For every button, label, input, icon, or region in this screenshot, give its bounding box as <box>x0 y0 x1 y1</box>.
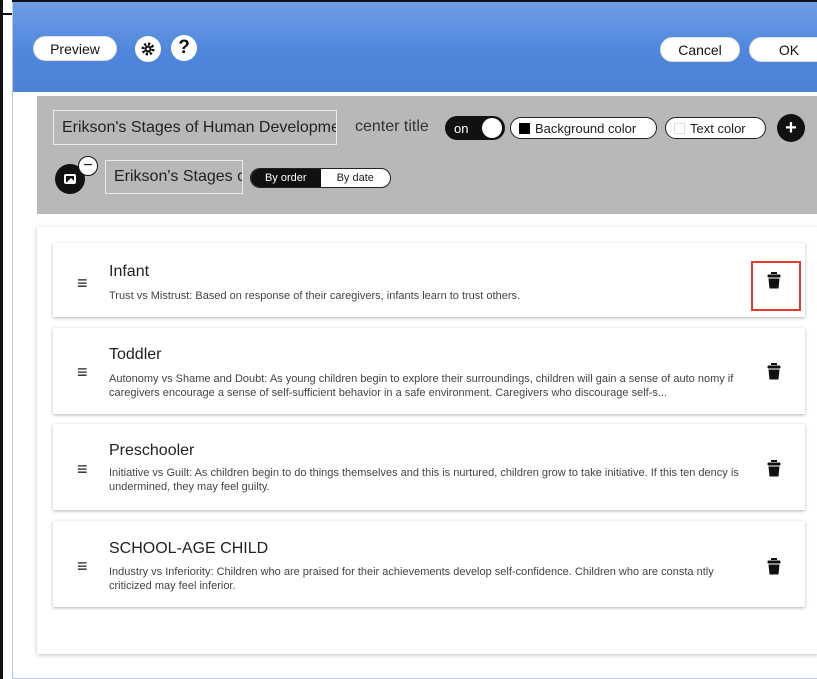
item-description: Autonomy vs Shame and Doubt: As young ch… <box>109 373 734 399</box>
trash-icon[interactable] <box>767 557 781 575</box>
gear-icon[interactable] <box>135 36 161 62</box>
item-description: Trust vs Mistrust: Based on response of … <box>109 290 521 302</box>
item-title: Toddler <box>109 346 162 363</box>
by-order-option[interactable]: By order <box>251 169 321 187</box>
subtitle-input[interactable]: Erikson's Stages c <box>105 160 243 194</box>
dialog-toolbar: Preview ? Cancel OK <box>13 2 817 92</box>
remove-image-button[interactable]: − <box>78 156 98 176</box>
help-button[interactable]: ? <box>171 35 197 61</box>
item-description: Initiative vs Guilt: As children begin t… <box>109 467 739 493</box>
item-title: Preschooler <box>109 442 195 459</box>
list-item[interactable]: ≡ SCHOOL-AGE CHILD Industry vs Inferiori… <box>53 521 805 607</box>
add-button[interactable]: + <box>777 114 805 142</box>
list-item[interactable]: ≡ Infant Trust vs Mistrust: Based on res… <box>53 243 805 317</box>
item-description: Industry vs Inferiority: Children who ar… <box>109 566 714 592</box>
drag-handle-icon[interactable]: ≡ <box>77 363 91 381</box>
title-settings-panel: Erikson's Stages of Human Developme cent… <box>37 96 817 214</box>
trash-icon[interactable] <box>767 459 781 477</box>
center-title-label: center title <box>355 118 429 135</box>
stages-list: ≡ Infant Trust vs Mistrust: Based on res… <box>37 227 817 654</box>
image-icon <box>64 174 76 184</box>
center-title-toggle[interactable]: on <box>445 116 505 140</box>
background-color-label: Background color <box>535 120 637 136</box>
window-edge-corner <box>0 13 12 15</box>
text-swatch <box>674 122 685 134</box>
item-title: SCHOOL-AGE CHILD <box>109 540 269 557</box>
item-title: Infant <box>109 263 150 280</box>
drag-handle-icon[interactable]: ≡ <box>77 274 91 292</box>
drag-handle-icon[interactable]: ≡ <box>77 460 91 478</box>
trash-icon[interactable] <box>767 362 781 380</box>
text-color-label: Text color <box>690 120 746 136</box>
sort-order-toggle: By order By date <box>250 168 391 188</box>
title-input[interactable]: Erikson's Stages of Human Developme <box>53 110 337 145</box>
background-color-button[interactable]: Background color <box>510 117 657 139</box>
by-date-option[interactable]: By date <box>321 169 391 187</box>
cancel-button[interactable]: Cancel <box>660 37 740 62</box>
background-swatch <box>519 122 530 134</box>
text-color-button[interactable]: Text color <box>665 117 766 139</box>
list-item[interactable]: ≡ Toddler Autonomy vs Shame and Doubt: A… <box>53 328 805 414</box>
delete-highlight <box>751 261 801 311</box>
gear-icon-glyph <box>141 42 155 56</box>
preview-button[interactable]: Preview <box>33 36 117 61</box>
toggle-knob <box>482 118 502 138</box>
ok-button[interactable]: OK <box>749 37 817 62</box>
list-item[interactable]: ≡ Preschooler Initiative vs Guilt: As ch… <box>53 424 805 510</box>
window-edge-left <box>0 0 3 679</box>
editor-dialog: Preview ? Cancel OK Erikson's Stages of … <box>12 2 817 679</box>
toggle-label: on <box>454 120 469 136</box>
drag-handle-icon[interactable]: ≡ <box>77 557 91 575</box>
